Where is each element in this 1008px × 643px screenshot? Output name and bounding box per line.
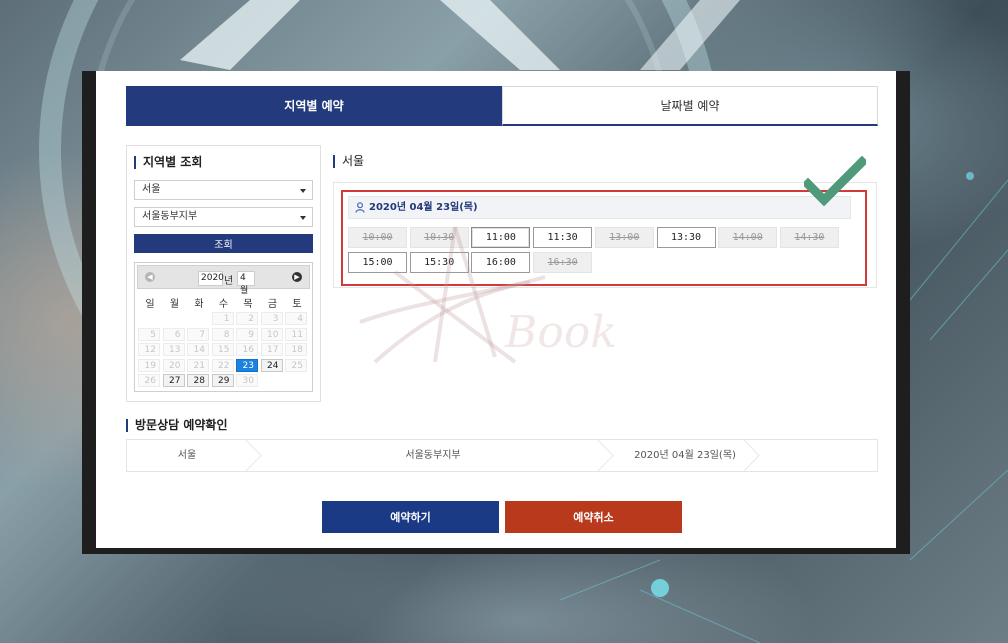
confirm-region: 서울 bbox=[177, 450, 197, 461]
calendar-weekday: 토 bbox=[292, 299, 302, 310]
calendar-day[interactable]: 11 bbox=[285, 327, 307, 341]
calendar-day[interactable]: 27 bbox=[162, 374, 185, 387]
tab-date-reservation[interactable]: 날짜별 예약 bbox=[502, 86, 878, 126]
calendar-day[interactable]: 15 bbox=[211, 343, 234, 356]
slots-region-title: 서울 bbox=[333, 155, 364, 168]
calendar-month-select[interactable]: 4월 bbox=[237, 271, 255, 296]
calendar-day[interactable]: 22 bbox=[211, 358, 234, 372]
book-watermark-logo: Book bbox=[359, 226, 617, 364]
calendar-day[interactable]: 2 bbox=[236, 312, 258, 325]
calendar-day[interactable]: 26 bbox=[138, 374, 160, 387]
search-button[interactable]: 조회 bbox=[134, 234, 313, 253]
region-select-value: 서울 bbox=[142, 184, 161, 195]
calendar-day[interactable]: 9 bbox=[236, 327, 258, 341]
calendar-day[interactable]: 24 bbox=[260, 358, 283, 372]
chevron-right-icon bbox=[597, 440, 614, 471]
reserve-button[interactable]: 예약하기 bbox=[322, 501, 499, 533]
calendar-header: ◀ 2020 년 4월 ▶ bbox=[137, 265, 310, 296]
calendar-day[interactable]: 4 bbox=[285, 312, 307, 325]
tab-region-reservation[interactable]: 지역별 예약 bbox=[126, 86, 502, 126]
prev-month-icon[interactable]: ◀ bbox=[145, 272, 155, 282]
calendar-weekday: 월 bbox=[169, 299, 180, 310]
confirm-date: 2020년 04월 23일(목) bbox=[634, 450, 736, 461]
calendar-day[interactable]: 8 bbox=[211, 327, 234, 341]
branch-select[interactable]: 서울동부지부 bbox=[134, 207, 313, 227]
chevron-down-icon bbox=[300, 216, 306, 220]
calendar-day[interactable]: 19 bbox=[138, 358, 160, 372]
calendar-weekday: 금 bbox=[267, 299, 278, 310]
calendar-day[interactable]: 12 bbox=[138, 343, 160, 356]
confirm-branch: 서울동부지부 bbox=[405, 450, 461, 461]
watermark-text: Book bbox=[504, 307, 617, 358]
region-search-title: 지역별 조회 bbox=[134, 156, 202, 169]
calendar-day[interactable]: 28 bbox=[187, 374, 209, 387]
calendar-year-select[interactable]: 2020 bbox=[198, 271, 224, 286]
calendar-day[interactable]: 23 bbox=[236, 358, 258, 372]
chevron-right-icon bbox=[743, 440, 760, 471]
calendar-year-label: 년 bbox=[224, 276, 234, 287]
calendar-day[interactable]: 14 bbox=[187, 343, 209, 356]
calendar: ◀ 2020 년 4월 ▶ 일월화수목금토 1 2 3 4 5 6 7 8 9 10 11 12 13 1… bbox=[134, 262, 313, 392]
calendar-day[interactable]: 25 bbox=[285, 358, 307, 372]
calendar-day[interactable]: 18 bbox=[285, 343, 307, 356]
chevron-right-icon bbox=[245, 440, 262, 471]
calendar-day[interactable]: 10 bbox=[260, 327, 283, 341]
calendar-weekday: 일 bbox=[145, 299, 155, 310]
confirm-title: 방문상담 예약확인 bbox=[126, 419, 228, 432]
calendar-day[interactable]: 3 bbox=[260, 312, 283, 325]
calendar-day[interactable]: 6 bbox=[162, 327, 185, 341]
calendar-day[interactable]: 17 bbox=[260, 343, 283, 356]
calendar-weekday: 수 bbox=[218, 299, 229, 310]
confirm-summary-bar: 서울 서울동부지부 2020년 04월 23일(목) bbox=[126, 439, 878, 472]
calendar-day[interactable]: 29 bbox=[211, 374, 234, 387]
region-select[interactable]: 서울 bbox=[134, 180, 313, 200]
calendar-day[interactable]: 5 bbox=[138, 327, 160, 341]
calendar-day[interactable]: 21 bbox=[187, 358, 209, 372]
calendar-day[interactable]: 13 bbox=[162, 343, 185, 356]
branch-select-value: 서울동부지부 bbox=[142, 211, 198, 222]
next-month-icon[interactable]: ▶ bbox=[292, 272, 302, 282]
cancel-reservation-button[interactable]: 예약취소 bbox=[505, 501, 682, 533]
calendar-weekday: 목 bbox=[243, 299, 253, 310]
calendar-day[interactable]: 16 bbox=[236, 343, 258, 356]
calendar-weekday: 화 bbox=[194, 299, 204, 310]
checkmark-icon bbox=[804, 156, 866, 207]
chevron-down-icon bbox=[300, 189, 306, 193]
calendar-day[interactable]: 1 bbox=[211, 312, 234, 325]
calendar-day[interactable]: 7 bbox=[187, 327, 209, 341]
calendar-day[interactable]: 20 bbox=[162, 358, 185, 372]
calendar-day[interactable]: 30 bbox=[236, 374, 258, 387]
